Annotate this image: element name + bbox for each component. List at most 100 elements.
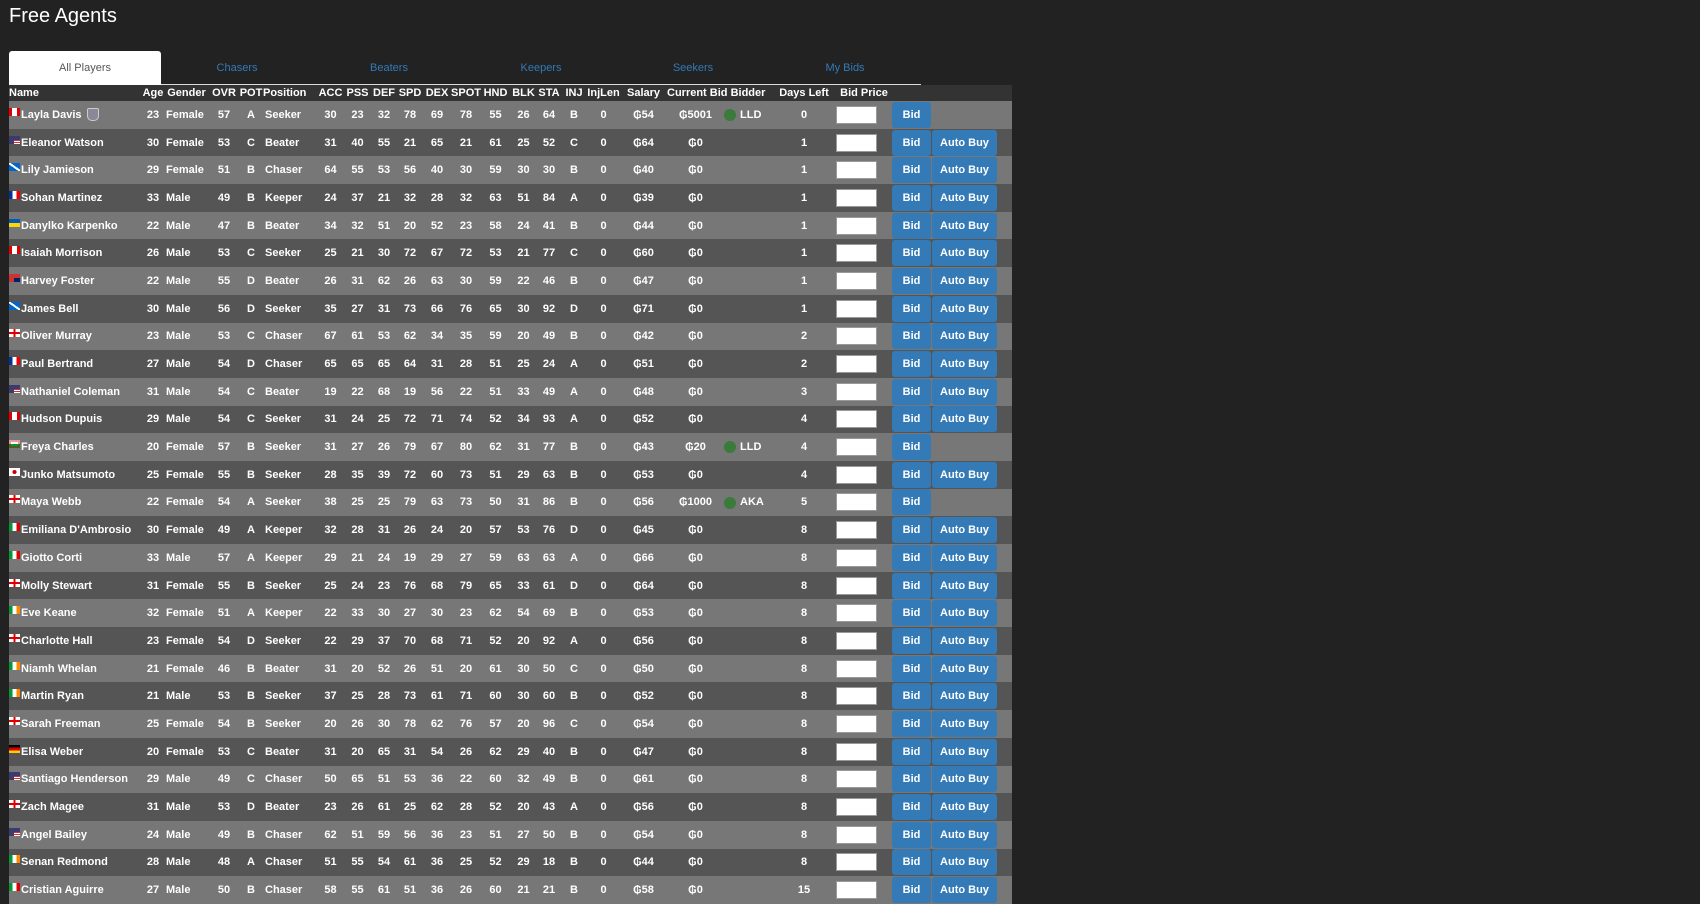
- auto-buy-button[interactable]: Auto Buy: [932, 655, 997, 682]
- player-name-link[interactable]: Sohan Martinez: [21, 192, 102, 204]
- bid-price-input[interactable]: [836, 742, 877, 761]
- column-header-spd[interactable]: SPD: [397, 87, 423, 99]
- bid-button[interactable]: Bid: [892, 489, 931, 516]
- player-name-link[interactable]: Molly Stewart: [21, 580, 92, 592]
- bid-price-input[interactable]: [836, 465, 877, 484]
- auto-buy-button[interactable]: Auto Buy: [932, 406, 997, 433]
- column-header-hnd[interactable]: HND: [481, 87, 510, 99]
- tab-keepers[interactable]: Keepers: [465, 51, 617, 85]
- bid-price-input[interactable]: [836, 659, 877, 678]
- bid-price-input[interactable]: [836, 327, 877, 346]
- auto-buy-button[interactable]: Auto Buy: [932, 794, 997, 821]
- player-name-link[interactable]: Paul Bertrand: [21, 358, 93, 370]
- bid-button[interactable]: Bid: [892, 406, 931, 433]
- column-header-salary[interactable]: Salary: [620, 87, 667, 99]
- column-header-age[interactable]: Age: [142, 87, 164, 99]
- bid-price-input[interactable]: [836, 355, 877, 374]
- bid-price-input[interactable]: [836, 410, 877, 429]
- player-name-link[interactable]: Danylko Karpenko: [21, 220, 118, 232]
- bid-button[interactable]: Bid: [892, 240, 931, 267]
- column-header-pss[interactable]: PSS: [344, 87, 371, 99]
- column-header-spot[interactable]: SPOT: [451, 87, 481, 99]
- bid-button[interactable]: Bid: [892, 572, 931, 599]
- bid-button[interactable]: Bid: [892, 517, 931, 544]
- player-name-link[interactable]: Hudson Dupuis: [21, 413, 102, 425]
- player-name-link[interactable]: Charlotte Hall: [21, 635, 93, 647]
- bid-button[interactable]: Bid: [892, 295, 931, 322]
- bid-price-input[interactable]: [836, 631, 877, 650]
- bid-price-input[interactable]: [836, 438, 877, 457]
- column-header-current-bid[interactable]: Current Bid: [667, 87, 728, 99]
- auto-buy-button[interactable]: Auto Buy: [932, 461, 997, 488]
- auto-buy-button[interactable]: Auto Buy: [932, 766, 997, 793]
- player-name-link[interactable]: Layla Davis: [21, 109, 82, 121]
- auto-buy-button[interactable]: Auto Buy: [932, 240, 997, 267]
- bid-button[interactable]: Bid: [892, 766, 931, 793]
- tab-beaters[interactable]: Beaters: [313, 51, 465, 85]
- bid-button[interactable]: Bid: [892, 101, 931, 128]
- auto-buy-button[interactable]: Auto Buy: [932, 821, 997, 848]
- bid-price-input[interactable]: [836, 161, 877, 180]
- tab-my-bids[interactable]: My Bids: [769, 51, 921, 85]
- bid-price-input[interactable]: [836, 770, 877, 789]
- bid-price-input[interactable]: [836, 798, 877, 817]
- column-header-pot[interactable]: POT: [239, 87, 263, 99]
- auto-buy-button[interactable]: Auto Buy: [932, 710, 997, 737]
- bid-price-input[interactable]: [836, 853, 877, 872]
- player-name-link[interactable]: Lily Jamieson: [21, 164, 94, 176]
- tab-seekers[interactable]: Seekers: [617, 51, 769, 85]
- bid-button[interactable]: Bid: [892, 184, 931, 211]
- column-header-injlen[interactable]: InjLen: [587, 87, 620, 99]
- auto-buy-button[interactable]: Auto Buy: [932, 378, 997, 405]
- column-header-acc[interactable]: ACC: [317, 87, 344, 99]
- auto-buy-button[interactable]: Auto Buy: [932, 544, 997, 571]
- tab-chasers[interactable]: Chasers: [161, 51, 313, 85]
- player-name-link[interactable]: Niamh Whelan: [21, 663, 97, 675]
- column-header-bid-price[interactable]: Bid Price: [836, 87, 892, 99]
- column-header-ovr[interactable]: OVR: [209, 87, 239, 99]
- auto-buy-button[interactable]: Auto Buy: [932, 212, 997, 239]
- player-name-link[interactable]: Eleanor Watson: [21, 137, 104, 149]
- bid-price-input[interactable]: [836, 521, 877, 540]
- auto-buy-button[interactable]: Auto Buy: [932, 157, 997, 184]
- column-header-days-left[interactable]: Days Left: [772, 87, 836, 99]
- bid-price-input[interactable]: [836, 382, 877, 401]
- bid-button[interactable]: Bid: [892, 738, 931, 765]
- auto-buy-button[interactable]: Auto Buy: [932, 129, 997, 156]
- player-name-link[interactable]: Oliver Murray: [21, 330, 92, 342]
- player-name-link[interactable]: Zach Magee: [21, 801, 84, 813]
- player-name-link[interactable]: Eve Keane: [21, 607, 77, 619]
- player-name-link[interactable]: Sarah Freeman: [21, 718, 100, 730]
- bid-button[interactable]: Bid: [892, 323, 931, 350]
- player-name-link[interactable]: Elisa Weber: [21, 746, 83, 758]
- column-header-dex[interactable]: DEX: [423, 87, 451, 99]
- player-name-link[interactable]: Emiliana D'Ambrosio: [21, 524, 131, 536]
- player-name-link[interactable]: Nathaniel Coleman: [21, 386, 120, 398]
- bid-price-input[interactable]: [836, 299, 877, 318]
- bid-price-input[interactable]: [836, 714, 877, 733]
- auto-buy-button[interactable]: Auto Buy: [932, 295, 997, 322]
- player-name-link[interactable]: Isaiah Morrison: [21, 247, 102, 259]
- auto-buy-button[interactable]: Auto Buy: [932, 323, 997, 350]
- bid-price-input[interactable]: [836, 881, 877, 900]
- auto-buy-button[interactable]: Auto Buy: [932, 351, 997, 378]
- column-header-bidder[interactable]: Bidder: [724, 87, 772, 99]
- player-name-link[interactable]: Santiago Henderson: [21, 773, 128, 785]
- bid-button[interactable]: Bid: [892, 434, 931, 461]
- auto-buy-button[interactable]: Auto Buy: [932, 849, 997, 876]
- bid-button[interactable]: Bid: [892, 877, 931, 904]
- player-name-link[interactable]: Junko Matsumoto: [21, 469, 115, 481]
- bid-button[interactable]: Bid: [892, 351, 931, 378]
- bid-price-input[interactable]: [836, 493, 877, 512]
- player-name-link[interactable]: Giotto Corti: [21, 552, 82, 564]
- bid-price-input[interactable]: [836, 105, 877, 124]
- bid-button[interactable]: Bid: [892, 655, 931, 682]
- column-header-position[interactable]: Position: [263, 87, 317, 99]
- column-header-inj[interactable]: INJ: [561, 87, 587, 99]
- bid-price-input[interactable]: [836, 133, 877, 152]
- bid-button[interactable]: Bid: [892, 821, 931, 848]
- column-header-name[interactable]: Name: [9, 87, 142, 99]
- player-name-link[interactable]: James Bell: [21, 303, 78, 315]
- bid-price-input[interactable]: [836, 825, 877, 844]
- auto-buy-button[interactable]: Auto Buy: [932, 572, 997, 599]
